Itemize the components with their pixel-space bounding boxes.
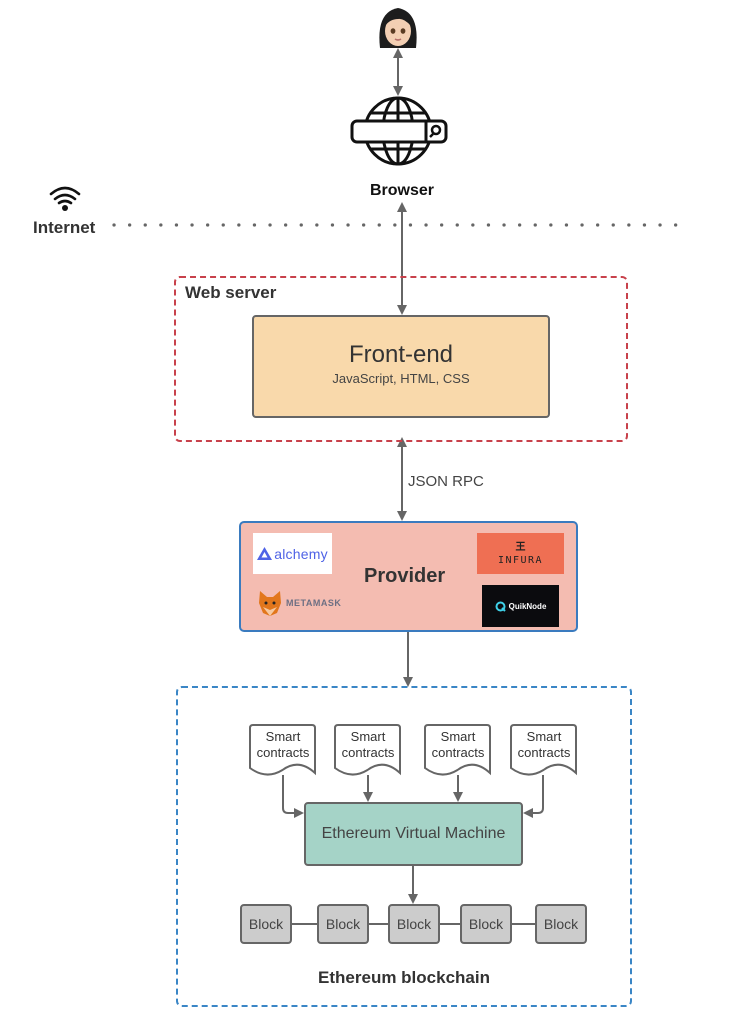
infura-logo-text: INFURA	[497, 555, 544, 566]
smart-contract-label-line1: Smart	[265, 729, 301, 744]
wifi-dot-icon	[62, 205, 68, 211]
frontend-subtitle: JavaScript, HTML, CSS	[332, 371, 470, 386]
globe-icon	[363, 96, 433, 166]
metamask-logo-text: METAMASK	[286, 598, 342, 608]
quiknode-logo-text: QuikNode	[508, 601, 547, 611]
web-server-label: Web server	[185, 283, 277, 302]
ethereum-blockchain-label: Ethereum blockchain	[318, 968, 490, 987]
smart-contract-label: Smart contracts	[248, 729, 318, 761]
internet-label: Internet	[33, 218, 96, 237]
metamask-logo: METAMASK	[257, 589, 347, 617]
block: Block	[388, 904, 440, 944]
alchemy-logo-text: alchemy	[274, 545, 328, 562]
frontend-box: Front-end JavaScript, HTML, CSS	[252, 315, 550, 418]
smart-contract-label-line1: Smart	[350, 729, 386, 744]
search-bar-icon	[350, 119, 448, 144]
smart-contract-label-line1: Smart	[440, 729, 476, 744]
frontend-title: Front-end	[348, 341, 454, 368]
smart-contract-label: Smart contracts	[423, 729, 493, 761]
alchemy-triangle-icon	[257, 547, 273, 560]
infura-glyph-icon: 王	[515, 542, 526, 553]
smart-contract-label-line2: contracts	[256, 745, 310, 760]
block: Block	[460, 904, 512, 944]
smart-contract-label-line2: contracts	[517, 745, 571, 760]
user-avatar-icon	[374, 4, 422, 52]
smart-contract-label: Smart contracts	[333, 729, 403, 761]
smart-contract-label-line2: contracts	[431, 745, 485, 760]
smart-contract-label-line2: contracts	[341, 745, 395, 760]
json-rpc-label: JSON RPC	[408, 473, 484, 490]
smart-contract-label-line1: Smart	[526, 729, 562, 744]
wifi-icon	[49, 186, 81, 205]
smart-contract-label: Smart contracts	[509, 729, 579, 761]
quiknode-logo: QuikNode	[482, 585, 559, 627]
block: Block	[317, 904, 369, 944]
infura-logo: 王 INFURA	[477, 533, 564, 574]
metamask-fox-icon	[259, 591, 281, 616]
alchemy-logo: alchemy	[253, 533, 332, 574]
browser-label: Browser	[369, 182, 435, 199]
provider-label: Provider	[364, 565, 446, 587]
block: Block	[240, 904, 292, 944]
block: Block	[535, 904, 587, 944]
quiknode-q-icon	[495, 601, 506, 612]
evm-box: Ethereum Virtual Machine	[304, 802, 523, 866]
